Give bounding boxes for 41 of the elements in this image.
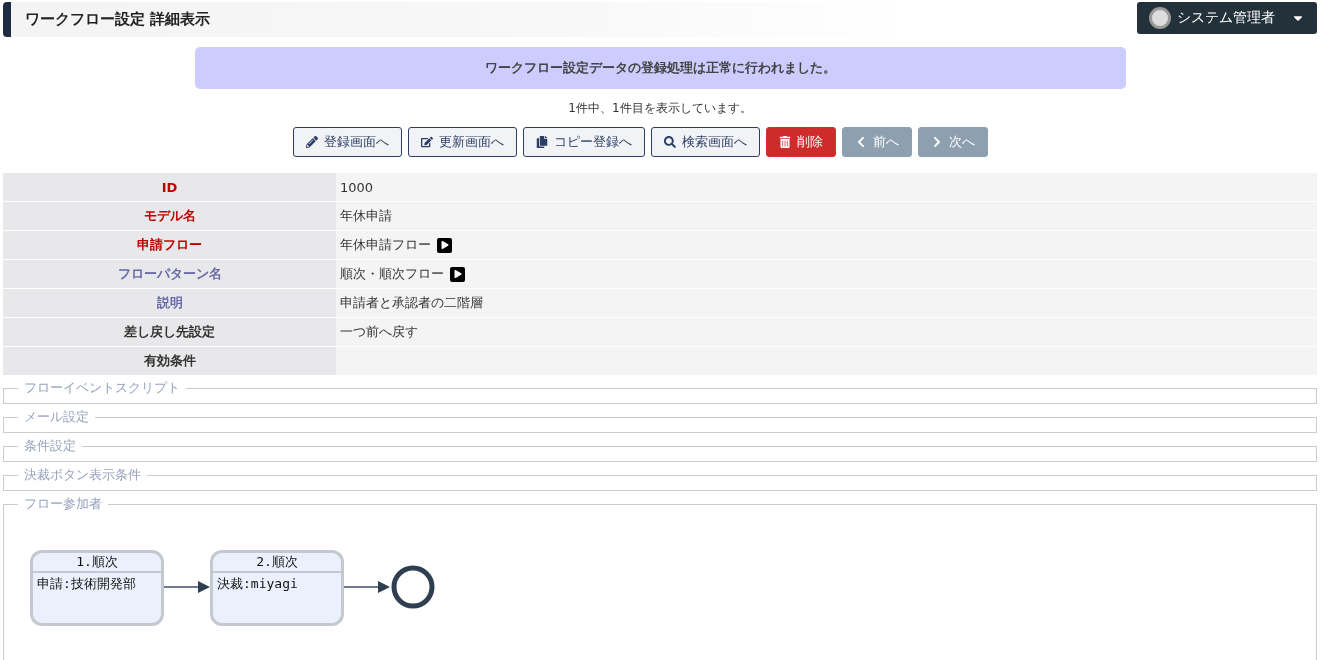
success-message: ワークフロー設定データの登録処理は正常に行われました。 bbox=[194, 47, 1126, 89]
field-label: 差し戻し先設定 bbox=[3, 318, 336, 346]
action-button[interactable]: コピー登録へ bbox=[522, 127, 645, 157]
arrow-icon bbox=[164, 580, 210, 594]
action-button[interactable]: 削除 bbox=[765, 127, 836, 157]
value-text: 申請者と承認者の二階層 bbox=[340, 294, 483, 312]
play-icon[interactable] bbox=[450, 266, 465, 282]
pencil-icon bbox=[305, 136, 318, 148]
field-label: 申請フロー bbox=[3, 231, 336, 259]
field-label: モデル名 bbox=[3, 202, 336, 230]
copy-icon bbox=[535, 136, 548, 148]
node-text: 決裁:miyagi bbox=[216, 575, 299, 593]
section-legend: フロー参加者 bbox=[18, 498, 108, 510]
section-legend: 決裁ボタン表示条件 bbox=[18, 469, 147, 481]
section-legend: メール設定 bbox=[18, 411, 95, 423]
search-icon bbox=[663, 136, 676, 148]
end-event-icon bbox=[390, 564, 436, 610]
action-button[interactable]: 検索画面へ bbox=[650, 127, 760, 157]
field-label: フローパターン名 bbox=[3, 260, 336, 288]
user-avatar-icon bbox=[1149, 7, 1171, 29]
node-text: 申請:技術開発部 bbox=[36, 575, 137, 593]
node-title: 1.順次 bbox=[33, 553, 161, 573]
value-text: 1000 bbox=[340, 179, 374, 195]
value-text: 一つ前へ戻す bbox=[340, 323, 418, 341]
node-title: 2.順次 bbox=[213, 553, 341, 573]
value-text: 年休申請フロー bbox=[340, 236, 431, 254]
section-legend: フローイベントスクリプト bbox=[18, 382, 186, 394]
field-label: 有効条件 bbox=[3, 347, 336, 375]
action-button[interactable]: 登録画面へ bbox=[292, 127, 402, 157]
field-label: ID bbox=[3, 173, 336, 201]
record-count: 1件中、1件目を表示しています。 bbox=[567, 100, 753, 117]
edit-icon bbox=[420, 136, 433, 148]
play-icon[interactable] bbox=[437, 237, 452, 253]
section-legend: 条件設定 bbox=[18, 440, 82, 452]
value-text: 順次・順次フロー bbox=[340, 265, 444, 283]
value-text: 年休申請 bbox=[340, 207, 392, 225]
field-label: 説明 bbox=[3, 289, 336, 317]
arrow-icon bbox=[344, 580, 390, 594]
trash-icon bbox=[778, 136, 791, 148]
action-button[interactable]: 更新画面へ bbox=[407, 127, 517, 157]
user-menu-button[interactable]: システム管理者 bbox=[1137, 2, 1317, 34]
